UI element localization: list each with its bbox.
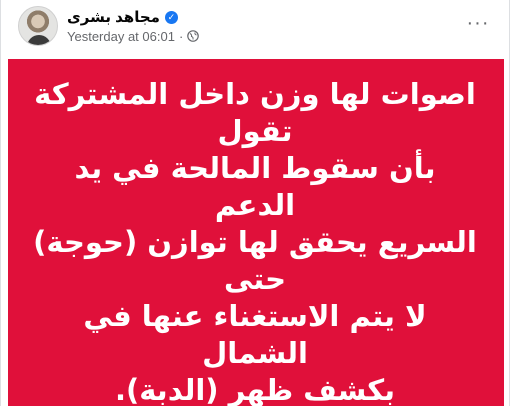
author-name[interactable]: مجاهد بشرى bbox=[67, 8, 160, 26]
post-text: اصوات لها وزن داخل المشتركة تقول بأن سقو… bbox=[33, 77, 477, 407]
meta-separator: · bbox=[178, 28, 184, 44]
post-header: مجاهد بشرى ✓ Yesterday at 06:01 · ··· bbox=[1, 0, 510, 54]
more-options-icon: ··· bbox=[466, 11, 490, 34]
author-name-row: مجاهد بشرى ✓ bbox=[67, 7, 178, 27]
avatar-figure bbox=[27, 35, 51, 45]
post-meta: Yesterday at 06:01 · bbox=[67, 28, 200, 44]
verified-badge-icon: ✓ bbox=[164, 10, 178, 24]
more-options-button[interactable]: ··· bbox=[463, 8, 493, 38]
post-timestamp[interactable]: Yesterday at 06:01 bbox=[67, 29, 175, 44]
globe-icon[interactable] bbox=[187, 30, 200, 42]
author-avatar[interactable] bbox=[18, 6, 58, 46]
facebook-post: مجاهد بشرى ✓ Yesterday at 06:01 · ··· اص… bbox=[0, 0, 510, 407]
